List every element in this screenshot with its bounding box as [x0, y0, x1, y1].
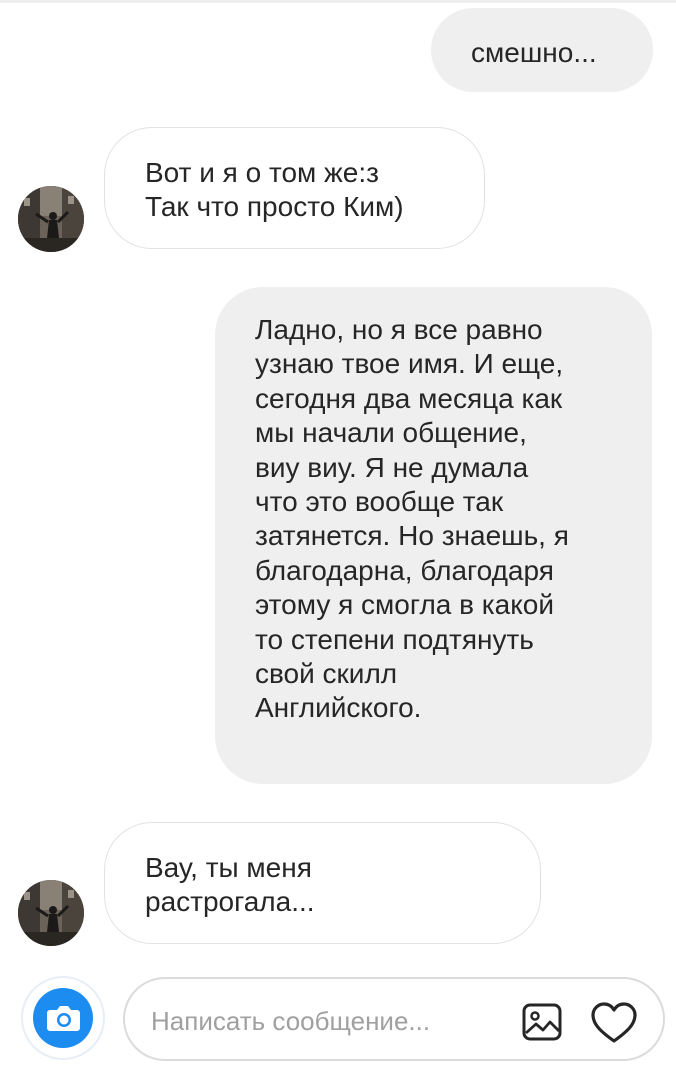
camera-button[interactable] — [21, 976, 105, 1060]
avatar-photo — [18, 186, 84, 252]
incoming-message-bubble[interactable]: Вау, ты меня растрогала... — [104, 822, 541, 944]
contact-avatar[interactable] — [18, 186, 84, 252]
outgoing-message-bubble[interactable]: Ладно, но я все равно узнаю твое имя. И … — [215, 287, 652, 784]
like-button[interactable] — [590, 1001, 638, 1045]
camera-icon — [33, 988, 93, 1048]
avatar-photo — [18, 880, 84, 946]
top-divider — [0, 0, 676, 3]
message-input[interactable] — [151, 1001, 491, 1041]
incoming-message-bubble[interactable]: Вот и я о том же:з Так что просто Ким) — [104, 127, 485, 249]
chat-screen: смешно... Вот и я о том же:з Так что про… — [0, 0, 676, 1080]
gallery-button[interactable] — [522, 1003, 562, 1041]
contact-avatar[interactable] — [18, 880, 84, 946]
heart-icon — [591, 1002, 637, 1043]
message-composer[interactable] — [123, 977, 665, 1061]
image-icon — [522, 1003, 562, 1041]
outgoing-message-bubble[interactable]: смешно... — [431, 8, 653, 92]
